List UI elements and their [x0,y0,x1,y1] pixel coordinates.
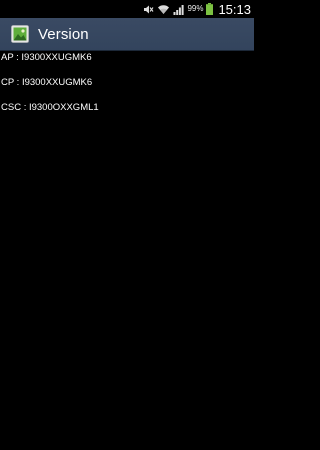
app-icon[interactable] [11,25,29,43]
battery-icon [206,3,214,15]
screen: 99% 15:13 Version AP : I9300XXUGMK6 CP :… [0,0,254,450]
page-title: Version [38,25,89,43]
version-cp: CP : I9300XXUGMK6 [1,77,93,88]
version-list: AP : I9300XXUGMK6 CP : I9300XXUGMK6 CSC … [0,51,254,126]
action-bar: Version [0,18,254,50]
battery-percent: 99% [187,4,204,13]
status-bar: 99% 15:13 [0,0,254,18]
version-csc: CSC : I9300OXXGML1 [1,102,99,113]
wifi-icon [157,4,170,15]
status-icons: 99% 15:13 [143,0,254,18]
status-clock: 15:13 [218,1,251,17]
mute-icon [143,4,154,15]
version-ap: AP : I9300XXUGMK6 [1,52,92,63]
signal-icon [173,4,185,15]
